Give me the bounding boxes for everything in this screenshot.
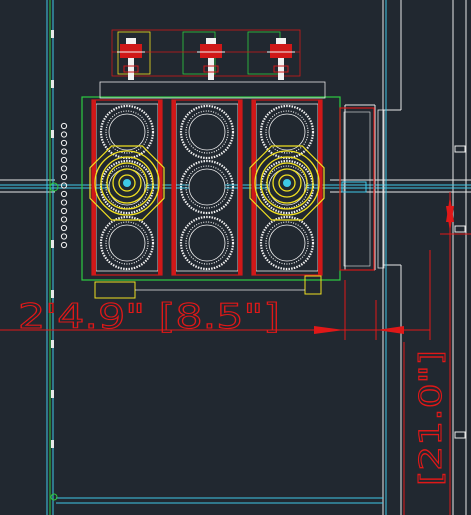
coil: [259, 215, 315, 271]
coil-core: [268, 224, 306, 262]
arrow-left-icon: [377, 326, 404, 334]
bolt: [60, 199, 68, 206]
bolt: [60, 216, 68, 223]
fan-hub: [123, 179, 131, 187]
valve-stem: [128, 58, 134, 80]
fan: [249, 145, 325, 221]
wall-markers: [454, 145, 466, 439]
bolt: [60, 207, 68, 215]
valve-cap: [126, 38, 136, 44]
bolt: [60, 165, 68, 172]
bolt: [60, 173, 68, 181]
valve-stem: [208, 58, 214, 80]
bolt: [60, 156, 68, 164]
coil-grid: [99, 104, 315, 271]
valve-stem: [278, 58, 284, 80]
coil-core: [188, 224, 226, 262]
valve-body: [270, 44, 292, 58]
coil-core: [108, 113, 146, 151]
valve-cap: [206, 38, 216, 44]
coil: [99, 215, 155, 271]
dimension-lines: [0, 192, 471, 515]
bolt: [60, 190, 68, 198]
building-walls: [0, 0, 471, 515]
dimension-text-horizontal: 2'4.9" [8.5"]: [18, 297, 280, 337]
cad-drawing: 2'4.9" [8.5"] [21.0"]: [0, 0, 471, 515]
bolt: [60, 224, 68, 232]
fan-hub: [283, 179, 291, 187]
coil-core: [188, 168, 226, 206]
cad-drawing-viewport[interactable]: 2'4.9" [8.5"] [21.0"]: [0, 0, 471, 515]
coil: [179, 159, 235, 215]
arrow-right-icon: [314, 326, 344, 334]
coil: [99, 104, 155, 160]
valve-body: [200, 44, 222, 58]
fan: [89, 145, 165, 221]
coil-core: [188, 113, 226, 151]
coil-core: [108, 224, 146, 262]
valve-cap: [276, 38, 286, 44]
pipe-runs: [0, 0, 471, 515]
coil: [179, 215, 235, 271]
bolt: [60, 139, 68, 147]
dimension-text-vertical: [21.0"]: [414, 350, 449, 486]
pipe-runs-green: [49, 0, 59, 515]
bolt: [60, 148, 68, 155]
side-panel: [339, 107, 385, 271]
bolt: [60, 241, 68, 249]
coil: [179, 104, 235, 160]
coil: [259, 104, 315, 160]
bolt: [60, 233, 68, 240]
bolt: [60, 131, 68, 138]
bolt: [60, 122, 68, 130]
valve-body: [120, 44, 142, 58]
coil-core: [268, 113, 306, 151]
